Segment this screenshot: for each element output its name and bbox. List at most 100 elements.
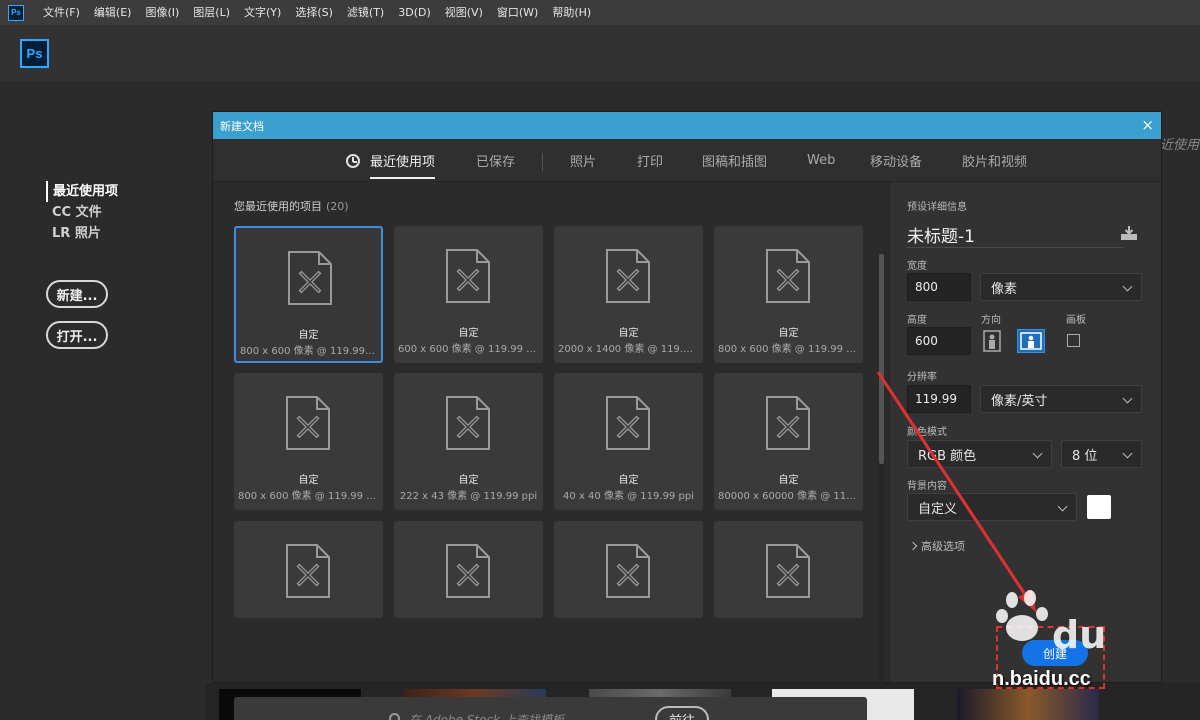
tab-recent[interactable]: 最近使用项 [346,139,436,182]
preset-tile[interactable] [234,521,383,618]
preset-name: 自定 [298,475,319,486]
preset-name: 自定 [618,475,639,486]
nav-recent[interactable]: 最近使用项 [46,181,118,202]
preset-tile[interactable] [394,521,543,618]
title-underline [907,247,1123,248]
height-input[interactable]: 600 [907,327,971,355]
app-icon: Ps [8,4,24,21]
document-icon [446,396,490,450]
resolution-unit-select[interactable]: 像素/英寸 [980,385,1142,413]
dialog-titlebar[interactable]: 新建文档 × [213,112,1161,139]
document-icon [766,396,810,450]
go-button[interactable]: 前往 [655,706,709,720]
recent-photo[interactable] [957,689,1099,720]
menu-bar: Ps 文件(F) 编辑(E) 图像(I) 图层(L) 文字(Y) 选择(S) 滤… [0,0,1200,25]
tab-saved[interactable]: 已保存 [476,139,515,182]
tab-film-video[interactable]: 胶片和视频 [962,139,1027,182]
width-unit-select[interactable]: 像素 [980,273,1142,301]
document-icon [606,544,650,598]
save-preset-icon[interactable] [1121,226,1137,240]
orientation-label: 方向 [981,315,1001,326]
artboard-label: 画板 [1066,315,1086,326]
menu-edit[interactable]: 编辑(E) [87,0,139,25]
menu-file[interactable]: 文件(F) [36,0,87,25]
document-icon [286,396,330,450]
color-mode-select[interactable]: RGB 颜色 [907,440,1052,468]
preset-tile[interactable]: 自定 800 x 600 像素 @ 119.99 ppi [234,226,383,363]
landscape-orientation-button[interactable] [1017,329,1045,353]
width-input[interactable]: 800 [907,273,971,301]
preset-tile[interactable]: 自定 40 x 40 像素 @ 119.99 ppi [554,373,703,510]
portrait-orientation-button[interactable] [980,329,1004,353]
preset-tile[interactable]: 自定 800 x 600 像素 @ 119.99 ppi [714,226,863,363]
stock-search-input[interactable] [409,710,649,720]
photoshop-logo[interactable]: Ps [20,39,49,68]
recent-heading-label: 您最近使用的项目 [234,200,322,213]
tab-recent-label: 最近使用项 [370,155,436,170]
preset-name: 自定 [298,330,319,341]
bit-depth-select[interactable]: 8 位 [1061,440,1142,468]
start-left-panel: 最近使用项 CC 文件 LR 照片 新建... 打开... [0,84,205,720]
preset-tile[interactable]: 自定 80000 x 60000 像素 @ 119.9... [714,373,863,510]
menu-help[interactable]: 帮助(H) [545,0,598,25]
chevron-down-icon [1122,281,1133,292]
preset-size: 600 x 600 像素 @ 119.99 ppi [398,344,539,355]
preset-tile[interactable] [554,521,703,618]
tab-print[interactable]: 打印 [637,139,663,182]
portrait-icon [983,330,1001,352]
nav-cc-files[interactable]: CC 文件 [46,202,118,223]
recent-presets: 您最近使用的项目 (20) 自定 800 x 600 像素 @ 119.99 ppi… [213,182,889,720]
tab-mobile[interactable]: 移动设备 [870,139,922,182]
menu-layer[interactable]: 图层(L) [186,0,237,25]
resolution-input[interactable]: 119.99 [907,385,971,413]
document-name-field[interactable]: 未标题-1 [907,222,975,247]
preset-tile[interactable]: 自定 800 x 600 像素 @ 119.99 ppi [234,373,383,510]
menu-type[interactable]: 文字(Y) [237,0,288,25]
background-color-swatch[interactable] [1087,495,1111,519]
resolution-unit-value: 像素/英寸 [991,393,1048,409]
artboard-checkbox[interactable] [1067,334,1080,347]
background-label: 背景内容 [907,481,947,492]
recent-files-hint: 近使用的文件 [1160,138,1200,153]
tab-photo[interactable]: 照片 [570,139,596,182]
menu-window[interactable]: 窗口(W) [490,0,545,25]
preset-size: 800 x 600 像素 @ 119.99 ppi [718,344,859,355]
advanced-options-toggle[interactable]: 高级选项 [910,538,965,554]
preset-name: 自定 [458,328,479,339]
scroll-thumb[interactable] [879,254,884,464]
scrollbar[interactable] [879,254,884,686]
preset-size: 800 x 600 像素 @ 119.99 ppi [240,346,377,357]
color-mode-label: 颜色模式 [907,427,947,438]
menu-view[interactable]: 视图(V) [438,0,490,25]
close-icon[interactable]: × [1141,118,1154,133]
tab-art-illustration[interactable]: 图稿和插图 [702,139,767,182]
preset-tile[interactable]: 自定 222 x 43 像素 @ 119.99 ppi [394,373,543,510]
menu-image[interactable]: 图像(I) [138,0,186,25]
landscape-icon [1020,332,1042,350]
preset-tile[interactable]: 自定 600 x 600 像素 @ 119.99 ppi [394,226,543,363]
menu-3d[interactable]: 3D(D) [391,0,438,25]
menu-select[interactable]: 选择(S) [288,0,340,25]
document-icon [446,544,490,598]
watermark-text: n.baidu.cc [992,668,1091,690]
open-button[interactable]: 打开... [46,321,108,349]
home-header: Ps [0,25,1200,83]
preset-size: 80000 x 60000 像素 @ 119.9... [718,491,859,502]
document-icon [606,249,650,303]
document-icon [606,396,650,450]
tab-divider [542,153,543,171]
background-select[interactable]: 自定义 [907,493,1077,521]
preset-tile[interactable]: 自定 2000 x 1400 像素 @ 119.99 ppi [554,226,703,363]
preset-name: 自定 [778,475,799,486]
preset-tile[interactable] [714,521,863,618]
preset-size: 2000 x 1400 像素 @ 119.99 ppi [558,344,699,355]
width-unit-value: 像素 [991,281,1018,297]
menu-filter[interactable]: 滤镜(T) [340,0,391,25]
nav-lr-photos[interactable]: LR 照片 [46,223,118,244]
tab-web[interactable]: Web [807,139,835,182]
new-button[interactable]: 新建... [46,280,108,308]
document-icon [286,544,330,598]
color-mode-value: RGB 颜色 [918,448,977,464]
document-icon [446,249,490,303]
chevron-down-icon [1057,501,1068,512]
